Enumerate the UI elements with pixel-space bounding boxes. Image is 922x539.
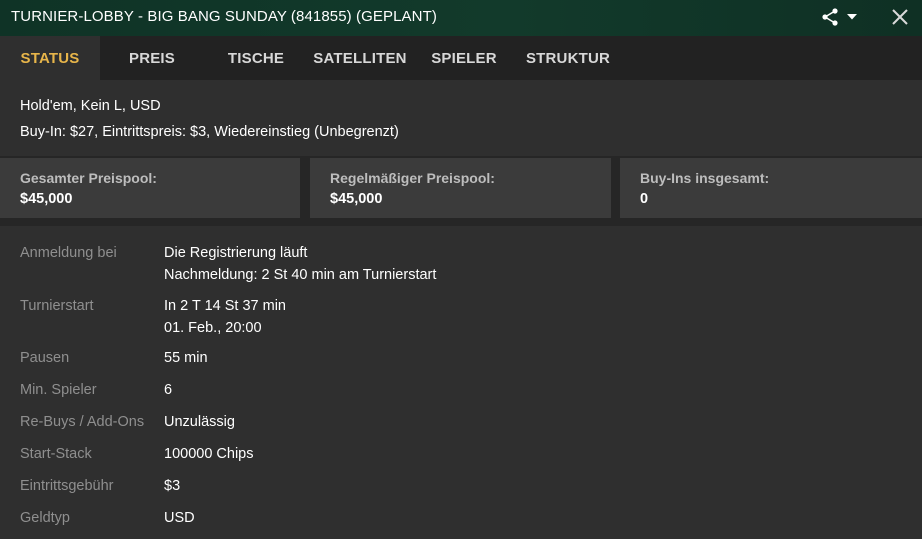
detail-value: 6 [164,382,173,398]
window-title: TURNIER-LOBBY - BIG BANG SUNDAY (841855)… [11,8,437,25]
pool-value: 0 [640,191,649,207]
buyin-info: Buy-In: $27, Eintrittspreis: $3, Wiedere… [20,124,399,140]
tab-label: SATELLITEN [313,49,407,67]
start-countdown: In 2 T 14 St 37 min [164,298,286,314]
pool-label: Gesamter Preispool: [20,170,157,186]
close-icon [889,9,911,32]
detail-label: Start-Stack [20,446,92,462]
prize-pool-section: Gesamter Preispool: $45,000 Regelmäßiger… [0,156,922,226]
detail-label: Eintrittsgebühr [20,478,114,494]
tab-label: PREIS [128,49,175,67]
start-date: 01. Feb., 20:00 [164,320,262,336]
tab-status[interactable]: STATUS [0,36,100,80]
detail-value: Unzulässig [164,414,235,430]
detail-value: Die Registrierung läuft Nachmeldung: 2 S… [164,242,436,286]
tab-label: TISCHE [227,49,285,67]
detail-label: Geldtyp [20,510,70,526]
tab-struktur[interactable]: STRUKTUR [516,36,620,80]
pool-value: $45,000 [330,191,383,207]
detail-value: 100000 Chips [164,446,254,462]
tab-satelliten[interactable]: SATELLITEN [308,36,412,80]
detail-label: Anmeldung bei [20,245,117,261]
caret-down-icon [846,13,858,21]
tab-preis[interactable]: PREIS [100,36,204,80]
tab-bar: STATUS PREIS TISCHE SATELLITEN SPIELER S… [0,36,922,80]
detail-label: Pausen [20,350,70,366]
share-button[interactable] [820,6,862,28]
tournament-info: Hold'em, Kein L, USD Buy-In: $27, Eintri… [20,96,399,148]
detail-label: Turnierstart [20,298,94,314]
detail-label: Min. Spieler [20,382,97,398]
share-icon [820,7,840,27]
tab-tische[interactable]: TISCHE [204,36,308,80]
registration-status: Die Registrierung läuft [164,245,308,261]
detail-value: $3 [164,478,181,494]
tab-label: STATUS [20,49,80,67]
regular-prize-pool-card: Regelmäßiger Preispool: $45,000 [310,158,611,218]
tab-spieler[interactable]: SPIELER [412,36,516,80]
total-buyins-card: Buy-Ins insgesamt: 0 [620,158,922,218]
pool-label: Regelmäßiger Preispool: [330,170,495,186]
late-registration: Nachmeldung: 2 St 40 min am Turnierstart [164,267,437,283]
tab-label: SPIELER [431,49,497,67]
detail-value: USD [164,510,195,526]
game-type: Hold'em, Kein L, USD [20,98,161,114]
pool-value: $45,000 [20,191,73,207]
title-bar: TURNIER-LOBBY - BIG BANG SUNDAY (841855)… [0,0,922,36]
close-button[interactable] [889,6,911,28]
detail-value: In 2 T 14 St 37 min 01. Feb., 20:00 [164,295,286,339]
pool-label: Buy-Ins insgesamt: [640,170,770,186]
detail-label: Re-Buys / Add-Ons [20,414,145,430]
tab-label: STRUKTUR [525,49,611,67]
detail-value: 55 min [164,350,208,366]
total-prize-pool-card: Gesamter Preispool: $45,000 [0,158,300,218]
